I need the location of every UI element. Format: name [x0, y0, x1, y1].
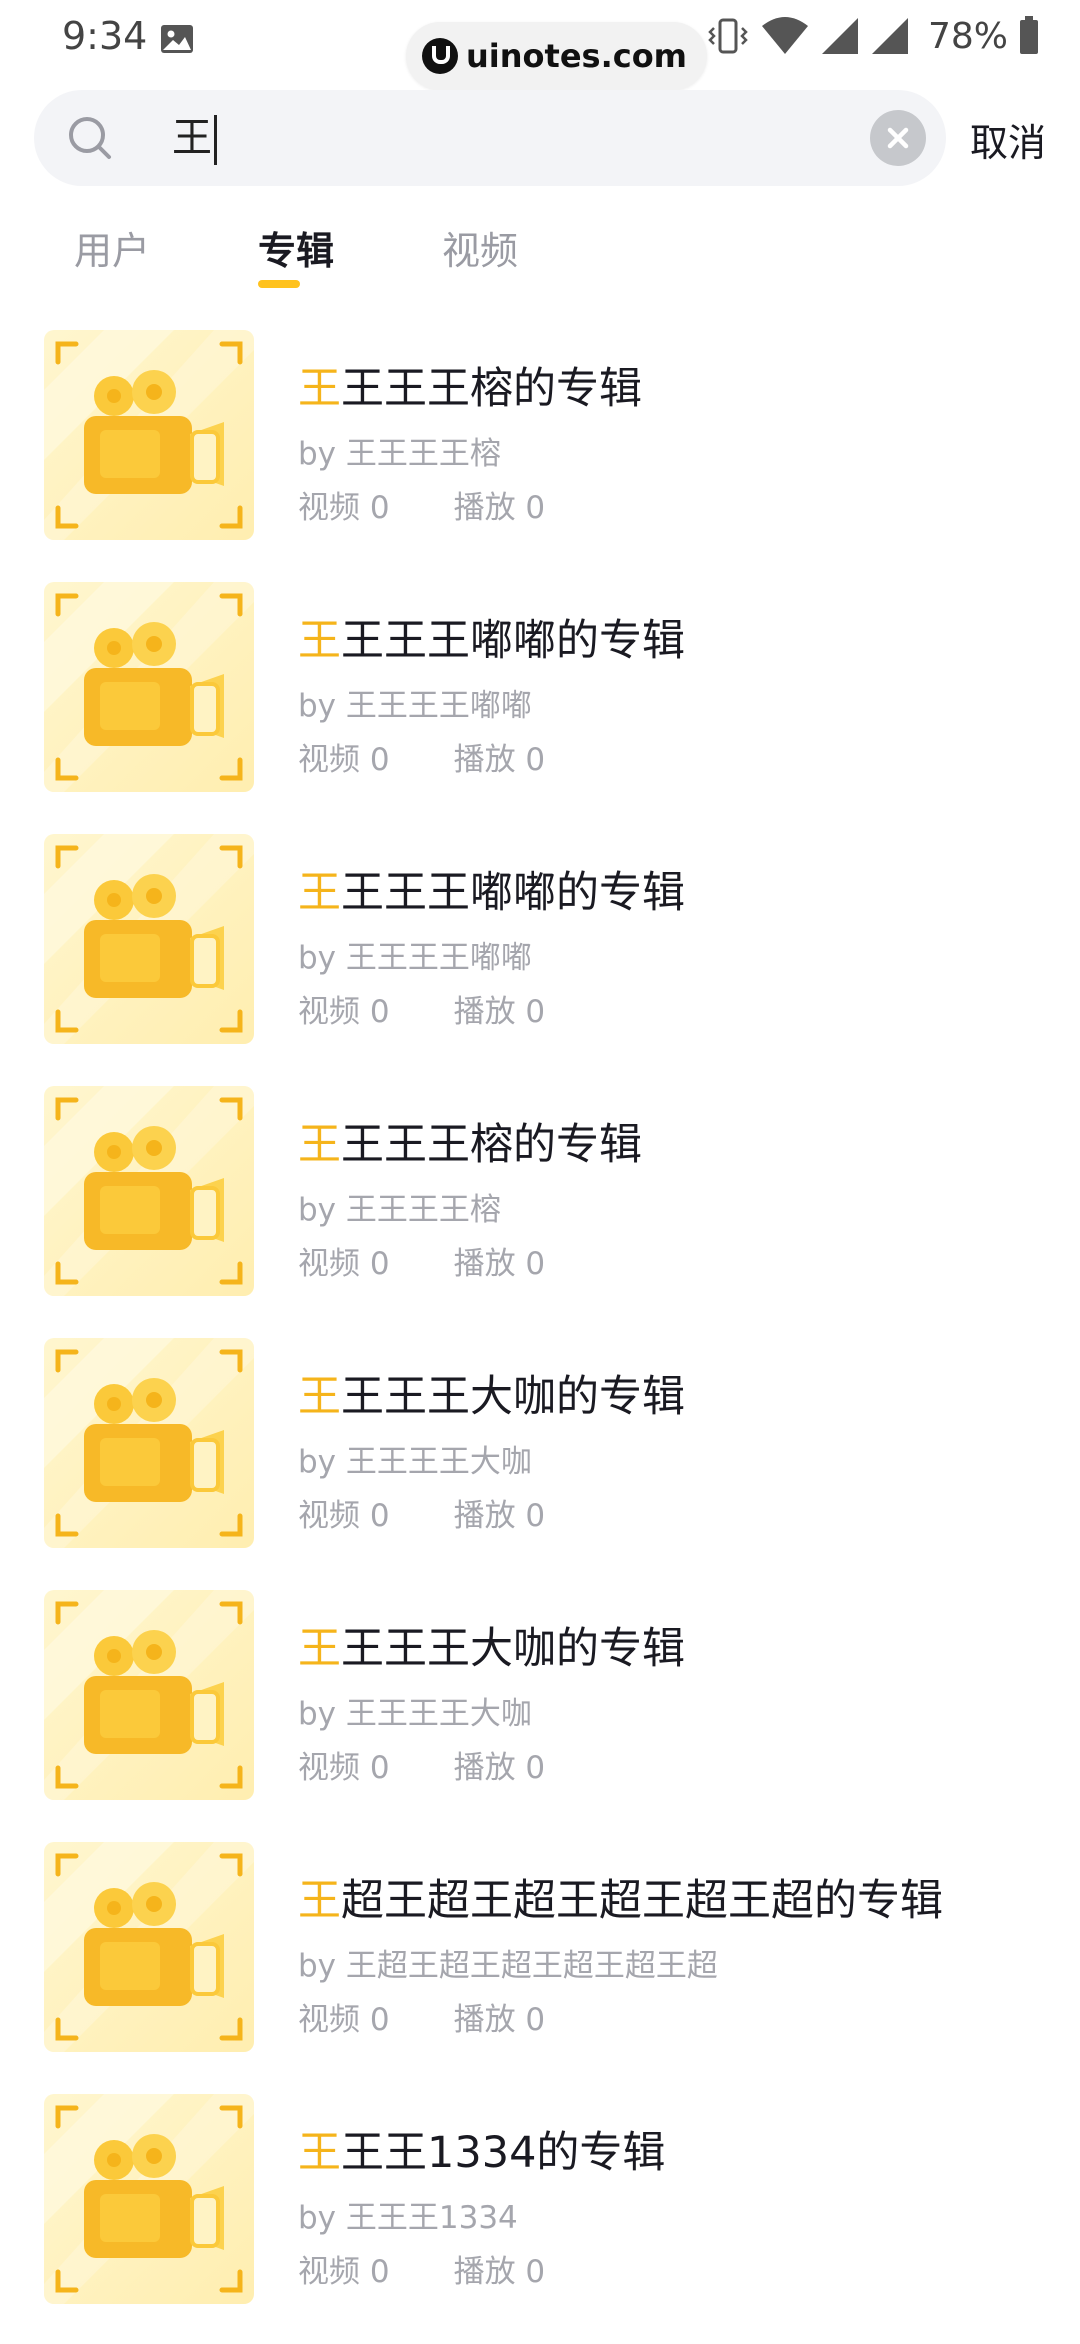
album-list-item[interactable]: 王王王1334的专辑 by 王王王1334 视频 0 播放 0: [0, 2092, 1080, 2344]
album-author: by 王王王王嘟嘟: [298, 688, 532, 724]
album-video-count: 视频 0: [298, 2002, 390, 2038]
cancel-button[interactable]: 取消: [970, 112, 1046, 167]
album-list-item[interactable]: 王王王王大咖的专辑 by 王王王王大咖 视频 0 播放 0: [0, 1588, 1080, 1840]
album-author: by 王王王王榕: [298, 436, 501, 472]
album-title: 王王王1334的专辑: [298, 2118, 665, 2180]
album-title-highlight: 王: [298, 1372, 341, 1422]
album-play-count: 播放 0: [453, 1498, 546, 1534]
album-title-rest: 超王超王超王超王超王超的专辑: [341, 1876, 943, 1926]
album-title-rest: 王王王榕的专辑: [341, 1120, 642, 1170]
album-title: 王超王超王超王超王超王超的专辑: [298, 1866, 943, 1928]
text-caret: [214, 115, 217, 165]
album-title-rest: 王王1334的专辑: [341, 2128, 666, 2178]
search-icon: [69, 117, 111, 159]
album-cover-video-camera-icon: [44, 1086, 254, 1296]
album-list: 王王王王榕的专辑 by 王王王王榕 视频 0 播放 0 王王王王嘟嘟的专辑 by 王王王…: [0, 328, 1080, 2344]
tab-bar: 用户 专辑 视频: [0, 220, 1080, 300]
album-video-count: 视频 0: [298, 994, 390, 1030]
album-list-item[interactable]: 王王王王嘟嘟的专辑 by 王王王王嘟嘟 视频 0 播放 0: [0, 580, 1080, 832]
battery-icon: [1020, 16, 1038, 54]
tab-albums[interactable]: 专辑: [258, 220, 334, 275]
search-input[interactable]: 王: [172, 108, 217, 168]
album-author: by 王王王1334: [298, 2200, 518, 2236]
album-cover-video-camera-icon: [44, 2094, 254, 2304]
album-play-count: 播放 0: [453, 490, 546, 526]
battery-percentage: 78%: [927, 15, 1008, 57]
album-stats: 视频 0 播放 0: [298, 1742, 545, 1787]
album-author: by 王超王超王超王超王超王超: [298, 1948, 718, 1984]
album-play-count: 播放 0: [453, 2254, 546, 2290]
album-list-item[interactable]: 王王王王嘟嘟的专辑 by 王王王王嘟嘟 视频 0 播放 0: [0, 832, 1080, 1084]
album-cover-video-camera-icon: [44, 1842, 254, 2052]
active-tab-indicator: [258, 280, 300, 288]
album-title-rest: 王王王榕的专辑: [341, 364, 642, 414]
album-list-item[interactable]: 王王王王榕的专辑 by 王王王王榕 视频 0 播放 0: [0, 1084, 1080, 1336]
close-icon: [887, 127, 909, 149]
search-query-text: 王: [172, 115, 212, 161]
signal-icon-2: [871, 18, 908, 54]
tab-users[interactable]: 用户: [74, 220, 150, 275]
album-video-count: 视频 0: [298, 490, 390, 526]
album-title-highlight: 王: [298, 616, 341, 666]
tab-videos[interactable]: 视频: [442, 220, 518, 275]
album-play-count: 播放 0: [453, 742, 546, 778]
album-cover-video-camera-icon: [44, 330, 254, 540]
album-title-rest: 王王王嘟嘟的专辑: [341, 868, 685, 918]
album-stats: 视频 0 播放 0: [298, 1994, 545, 2039]
vibrate-icon: [708, 18, 748, 54]
watermark-logo-icon: [422, 38, 458, 74]
album-play-count: 播放 0: [453, 2002, 546, 2038]
album-title-highlight: 王: [298, 1876, 341, 1926]
album-title-rest: 王王王大咖的专辑: [341, 1372, 685, 1422]
album-video-count: 视频 0: [298, 1498, 390, 1534]
album-stats: 视频 0 播放 0: [298, 1490, 545, 1535]
album-list-item[interactable]: 王王王王榕的专辑 by 王王王王榕 视频 0 播放 0: [0, 328, 1080, 580]
album-video-count: 视频 0: [298, 742, 390, 778]
album-title: 王王王王嘟嘟的专辑: [298, 606, 685, 668]
status-bar: 9:34 uinotes.com 78%: [0, 0, 1080, 90]
search-box[interactable]: 王: [34, 90, 946, 186]
album-stats: 视频 0 播放 0: [298, 2246, 545, 2291]
album-stats: 视频 0 播放 0: [298, 734, 545, 779]
album-stats: 视频 0 播放 0: [298, 482, 545, 527]
gallery-icon: [161, 25, 193, 53]
album-title: 王王王王榕的专辑: [298, 1110, 642, 1172]
album-play-count: 播放 0: [453, 994, 546, 1030]
status-time: 9:34: [62, 14, 148, 58]
album-title-highlight: 王: [298, 868, 341, 918]
album-video-count: 视频 0: [298, 2254, 390, 2290]
album-title-highlight: 王: [298, 1624, 341, 1674]
album-video-count: 视频 0: [298, 1246, 390, 1282]
album-title: 王王王王大咖的专辑: [298, 1614, 685, 1676]
album-title: 王王王王榕的专辑: [298, 354, 642, 416]
album-video-count: 视频 0: [298, 1750, 390, 1786]
album-cover-video-camera-icon: [44, 834, 254, 1044]
album-title-rest: 王王王大咖的专辑: [341, 1624, 685, 1674]
album-author: by 王王王王大咖: [298, 1696, 532, 1732]
wifi-icon: [761, 17, 808, 54]
album-cover-video-camera-icon: [44, 1338, 254, 1548]
album-stats: 视频 0 播放 0: [298, 986, 545, 1031]
album-stats: 视频 0 播放 0: [298, 1238, 545, 1283]
album-title: 王王王王嘟嘟的专辑: [298, 858, 685, 920]
album-play-count: 播放 0: [453, 1246, 546, 1282]
clear-search-button[interactable]: [870, 110, 926, 166]
status-indicators: 78%: [706, 14, 1040, 58]
album-list-item[interactable]: 王王王王大咖的专辑 by 王王王王大咖 视频 0 播放 0: [0, 1336, 1080, 1588]
watermark-text: uinotes.com: [466, 37, 688, 75]
album-title-highlight: 王: [298, 1120, 341, 1170]
album-cover-video-camera-icon: [44, 582, 254, 792]
album-list-item[interactable]: 王超王超王超王超王超王超的专辑 by 王超王超王超王超王超王超 视频 0 播放 0: [0, 1840, 1080, 2092]
album-title-highlight: 王: [298, 364, 341, 414]
album-title: 王王王王大咖的专辑: [298, 1362, 685, 1424]
album-title-highlight: 王: [298, 2128, 341, 2178]
album-author: by 王王王王嘟嘟: [298, 940, 532, 976]
watermark-badge: uinotes.com: [406, 22, 708, 90]
album-author: by 王王王王榕: [298, 1192, 501, 1228]
album-play-count: 播放 0: [453, 1750, 546, 1786]
album-author: by 王王王王大咖: [298, 1444, 532, 1480]
signal-icon: [821, 18, 858, 54]
album-cover-video-camera-icon: [44, 1590, 254, 1800]
album-title-rest: 王王王嘟嘟的专辑: [341, 616, 685, 666]
